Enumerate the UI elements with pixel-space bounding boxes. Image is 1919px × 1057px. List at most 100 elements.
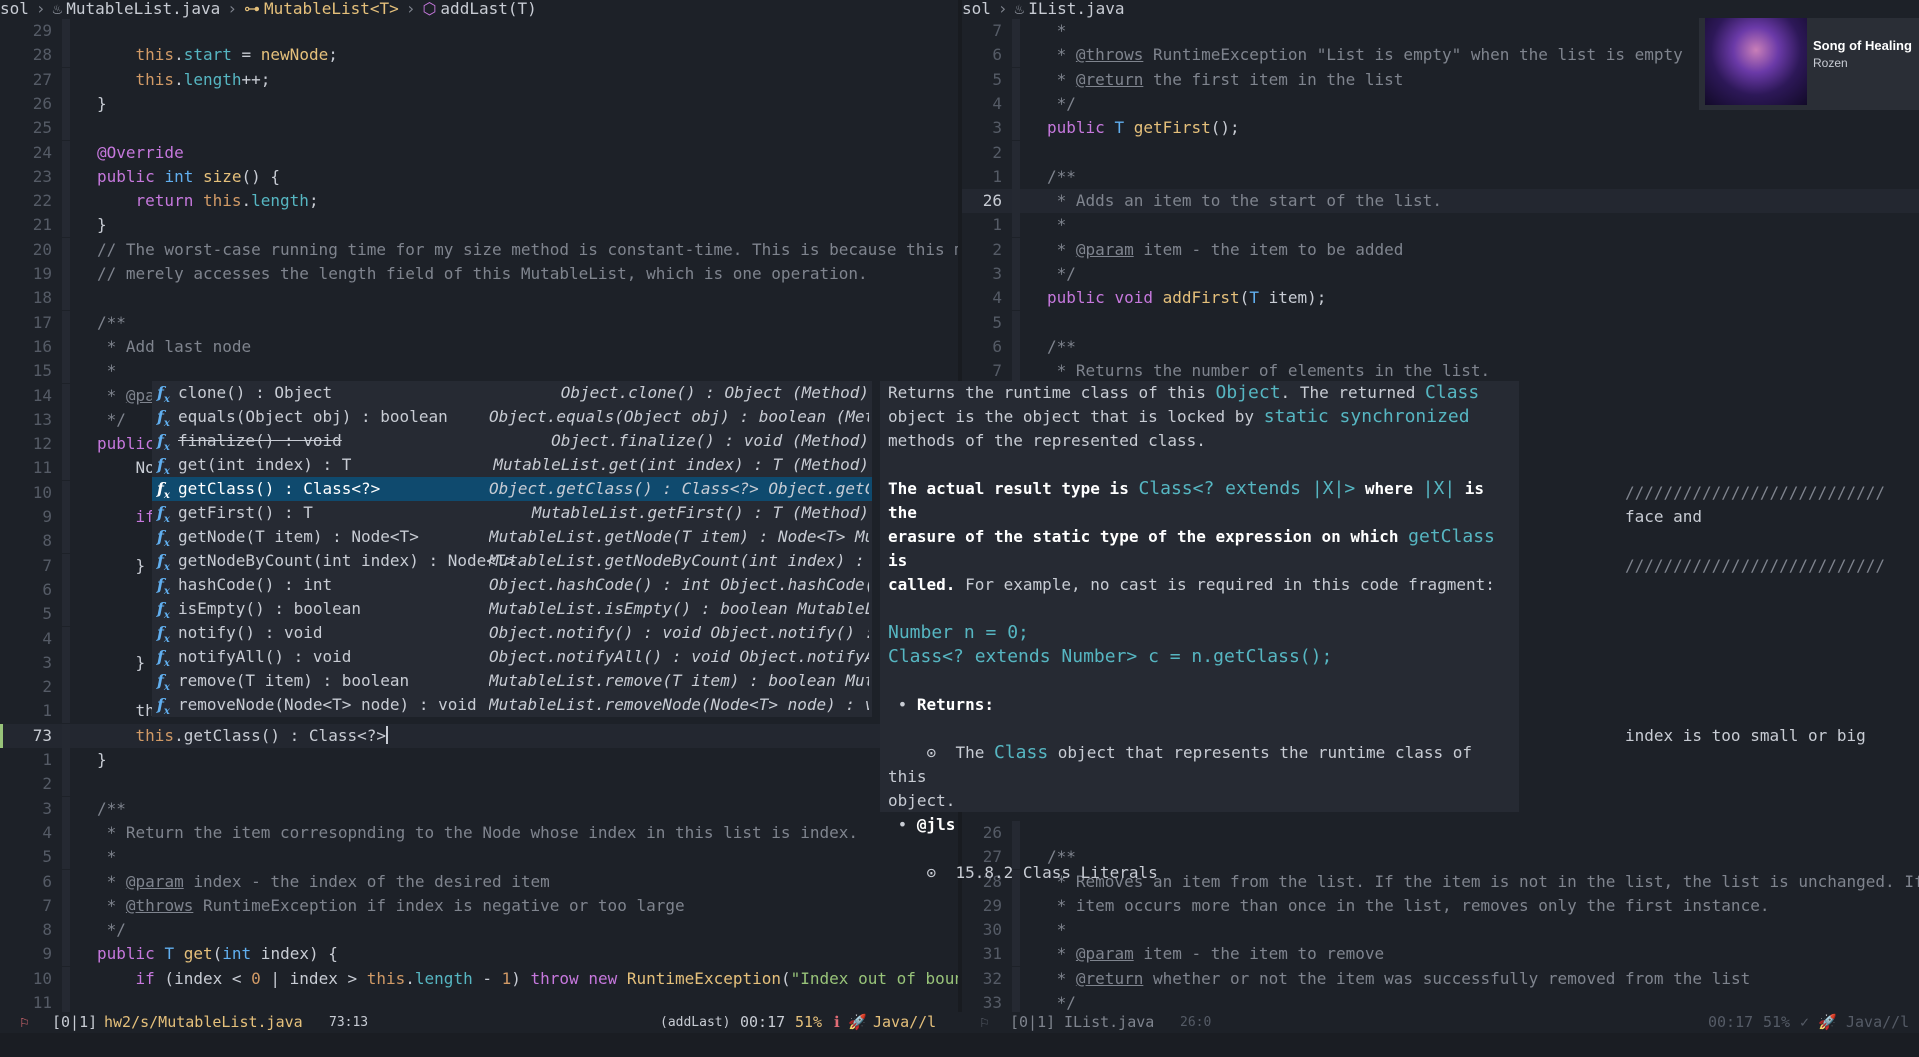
- code-line[interactable]: 32 * @return whether or not the item was…: [962, 966, 1919, 991]
- code-line[interactable]: 7 * Returns the number of elements in th…: [962, 359, 1919, 384]
- code-line[interactable]: 4 * Return the item corresopnding to the…: [0, 820, 958, 845]
- function-icon: fx: [157, 455, 170, 477]
- completion-item[interactable]: fx hashCode() : int Object.hashCode() : in…: [152, 573, 872, 597]
- line-code: * @param item - the item to remove: [1047, 944, 1385, 964]
- completion-detail: MutableList.getFirst() : T (Method): [531, 503, 869, 522]
- completion-menu[interactable]: fx clone() : Object Object.clone() : Objec…: [152, 381, 872, 717]
- completion-label: remove(T item) : boolean: [178, 671, 410, 690]
- code-line[interactable]: 6 /**: [962, 334, 1919, 359]
- completion-item[interactable]: fx equals(Object obj) : boolean Object.equ…: [152, 405, 872, 429]
- code-line[interactable]: 9 public T get(int index) {: [0, 942, 958, 967]
- line-number: 7: [992, 361, 1002, 381]
- sign-column: [62, 748, 70, 772]
- code-line[interactable]: 3 public T getFirst();: [962, 116, 1919, 141]
- code-line[interactable]: 5 *: [0, 845, 958, 870]
- line-number: 9: [42, 507, 52, 526]
- code-line[interactable]: 22 return this.length;: [0, 189, 958, 214]
- code-line[interactable]: 1 /**: [962, 164, 1919, 189]
- breadcrumb-root[interactable]: sol: [0, 0, 29, 18]
- breadcrumb-root[interactable]: sol: [962, 0, 991, 18]
- function-icon: fx: [157, 647, 170, 669]
- line-number: 27: [32, 69, 52, 89]
- line-code: *: [1047, 21, 1067, 40]
- code-line[interactable]: 1}: [0, 748, 958, 772]
- code-line[interactable]: 29 * item occurs more than once in the l…: [962, 893, 1919, 918]
- line-code: */: [1047, 93, 1076, 113]
- line-number: 1: [42, 701, 52, 721]
- completion-item[interactable]: fx removeNode(Node<T> node) : void Mutable…: [152, 693, 872, 717]
- code-line[interactable]: 3 */: [962, 262, 1919, 286]
- code-line[interactable]: 24 @Override: [0, 140, 958, 165]
- code-line[interactable]: 26 * Adds an item to the start of the li…: [962, 189, 1919, 214]
- line-code: /**: [97, 798, 126, 818]
- code-line[interactable]: 15 *: [0, 359, 958, 384]
- command-line[interactable]: [0, 1033, 1919, 1057]
- code-line[interactable]: 3 /**: [0, 796, 958, 821]
- code-line[interactable]: 10 if (index < 0 | index > this.length -…: [0, 966, 958, 991]
- code-line[interactable]: 73 this.getClass() : Class<?>: [0, 723, 958, 748]
- text-cursor: [385, 725, 388, 744]
- code-line[interactable]: 2: [0, 772, 958, 797]
- function-icon: fx: [157, 431, 170, 453]
- code-line[interactable]: 6 * @param index - the index of the desi…: [0, 869, 958, 894]
- code-line[interactable]: 2: [962, 140, 1919, 165]
- completion-item[interactable]: fx getNode(T item) : Node<T> MutableList.g…: [152, 525, 872, 549]
- breadcrumb-file[interactable]: MutableList.java: [66, 0, 220, 18]
- completion-item[interactable]: fx getFirst() : T MutableList.getFirst() :…: [152, 501, 872, 525]
- code-line[interactable]: 5: [962, 310, 1919, 335]
- code-line[interactable]: 7 * @throws RuntimeException if index is…: [0, 893, 958, 918]
- code-line[interactable]: 30 *: [962, 918, 1919, 943]
- completion-item[interactable]: fx notifyAll() : void Object.notifyAll() :…: [152, 645, 872, 669]
- line-number: 19: [32, 264, 52, 283]
- line-code: * @return whether or not the item was su…: [1047, 968, 1751, 988]
- breadcrumb-method[interactable]: addLast(T): [440, 0, 536, 18]
- line-code: * Return the item corresopnding to the N…: [97, 822, 858, 842]
- line-number: 3: [992, 118, 1002, 138]
- sign-column: [62, 505, 70, 529]
- code-line[interactable]: 19 // merely accesses the length field of…: [0, 262, 958, 286]
- completion-item[interactable]: fx getNodeByCount(int index) : Node<T> Mut…: [152, 549, 872, 573]
- code-line[interactable]: 31 * @param item - the item to remove: [962, 942, 1919, 967]
- code-line[interactable]: 1 *: [962, 213, 1919, 238]
- completion-item[interactable]: fx getClass() : Class<?> Object.getClass()…: [152, 477, 872, 501]
- code-line[interactable]: 8 */: [0, 918, 958, 943]
- code-line[interactable]: 4 public void addFirst(T item);: [962, 286, 1919, 311]
- java-file-icon: ♨: [52, 0, 63, 18]
- completion-item[interactable]: fx notify() : void Object.notify() : void …: [152, 621, 872, 645]
- code-line[interactable]: 26}: [0, 91, 958, 116]
- code-line[interactable]: 17 /**: [0, 310, 958, 335]
- code-line[interactable]: 29: [0, 19, 958, 43]
- completion-item[interactable]: fx isEmpty() : boolean MutableList.isEmpty…: [152, 597, 872, 621]
- code-line[interactable]: 23 public int size() {: [0, 164, 958, 189]
- function-icon: fx: [157, 479, 170, 501]
- completion-label: getClass() : Class<?>: [178, 479, 381, 498]
- sign-column: [62, 991, 70, 1012]
- breadcrumb-file[interactable]: IList.java: [1028, 0, 1124, 18]
- code-line[interactable]: 16 * Add last node: [0, 334, 958, 359]
- breadcrumb-class[interactable]: MutableList<T>: [264, 0, 399, 18]
- code-line[interactable]: 28 this.start = newNode;: [0, 43, 958, 68]
- completion-item[interactable]: fx finalize() : void Object.finalize() : v…: [152, 429, 872, 453]
- code-line[interactable]: 18: [0, 286, 958, 311]
- sign-column: [62, 772, 70, 797]
- line-code: /**: [1047, 166, 1076, 186]
- code-line[interactable]: 11: [0, 991, 958, 1012]
- code-line[interactable]: 33 */: [962, 991, 1919, 1012]
- sign-column: [62, 67, 70, 92]
- code-line[interactable]: 21}: [0, 213, 958, 238]
- line-code: if (index < 0 | index > this.length - 1)…: [135, 968, 958, 988]
- code-line[interactable]: 2 * @param item - the item to be added: [962, 237, 1919, 262]
- completion-item[interactable]: fx get(int index) : T MutableList.get(int …: [152, 453, 872, 477]
- code-line[interactable]: 25: [0, 116, 958, 141]
- function-icon: fx: [157, 695, 170, 717]
- code-line[interactable]: 20 // The worst-case running time for my …: [0, 237, 958, 262]
- line-number: 1: [992, 215, 1002, 235]
- line-number: 26: [32, 93, 52, 113]
- completion-item[interactable]: fx clone() : Object Object.clone() : Objec…: [152, 381, 872, 405]
- completion-item[interactable]: fx remove(T item) : boolean MutableList.re…: [152, 669, 872, 693]
- line-number: 29: [982, 895, 1002, 915]
- sign-column: [62, 334, 70, 359]
- line-number: 12: [32, 434, 52, 454]
- function-icon: fx: [157, 503, 170, 525]
- code-line[interactable]: 27 this.length++;: [0, 67, 958, 92]
